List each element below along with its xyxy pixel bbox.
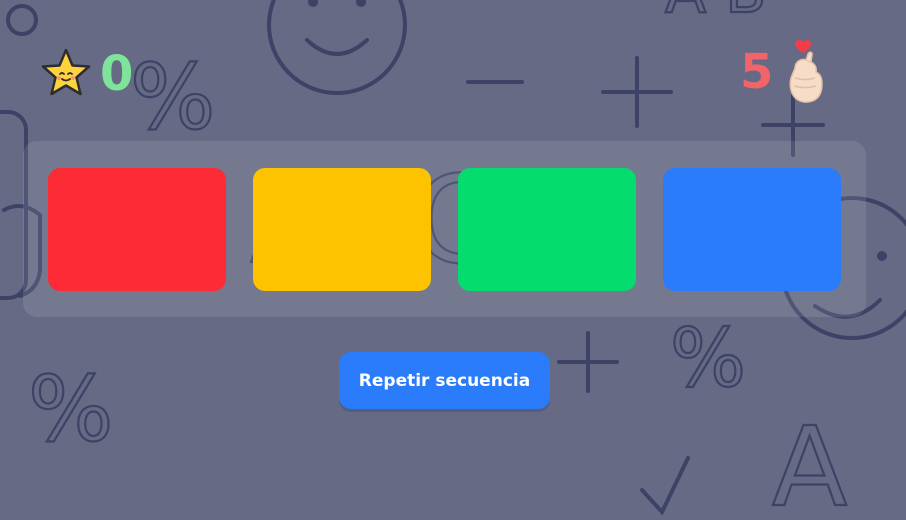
repeat-sequence-button[interactable]: Repetir secuencia — [339, 352, 550, 409]
svg-text:%: % — [28, 357, 114, 462]
score-value: 0 — [100, 46, 134, 102]
tile-red[interactable] — [48, 168, 226, 291]
star-face-icon — [38, 46, 94, 102]
finger-heart-icon — [783, 38, 827, 106]
svg-text:A: A — [772, 403, 847, 520]
svg-text:%: % — [670, 312, 746, 405]
score-display: 0 — [38, 44, 133, 104]
tile-yellow[interactable] — [253, 168, 431, 291]
tile-green[interactable] — [458, 168, 636, 291]
tile-blue[interactable] — [663, 168, 841, 291]
color-tiles-panel — [23, 141, 866, 317]
game-stage: % % % ABCA A B A 0 5 — [0, 0, 906, 520]
lives-display: 5 — [740, 38, 827, 106]
lives-value: 5 — [740, 44, 774, 100]
svg-text:%: % — [130, 45, 216, 150]
svg-text:A B: A B — [665, 0, 766, 27]
